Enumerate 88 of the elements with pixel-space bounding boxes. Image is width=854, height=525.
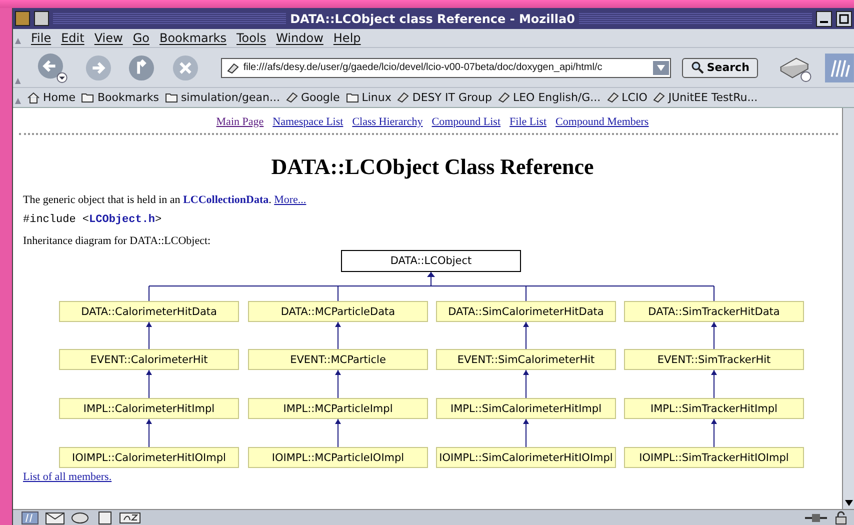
folder-icon xyxy=(81,92,94,103)
inheritance-arrow xyxy=(711,418,717,448)
bookmark-item[interactable]: simulation/gean... xyxy=(164,91,280,104)
folder-icon xyxy=(164,92,178,103)
members-link[interactable]: List of all members. xyxy=(23,471,112,483)
nav-link[interactable]: File List xyxy=(510,116,547,128)
header-link[interactable]: LCObject.h xyxy=(89,214,156,226)
class-node[interactable]: DATA::MCParticleData xyxy=(248,301,428,322)
class-node[interactable]: IMPL::SimTrackerHitImpl xyxy=(624,398,804,419)
class-node[interactable]: IOIMPL::SimCalorimeterHitIOImpl xyxy=(436,447,616,468)
bookmark-item[interactable]: LCIO xyxy=(606,91,648,104)
search-button[interactable]: Search xyxy=(682,58,758,78)
navigator-icon[interactable] xyxy=(21,510,39,524)
bookmark-item[interactable]: Google xyxy=(286,91,340,104)
class-node[interactable]: EVENT::SimTrackerHit xyxy=(624,349,804,370)
bookmark-icon xyxy=(653,92,666,103)
maximize-icon[interactable] xyxy=(836,10,852,26)
class-node[interactable]: EVENT::MCParticle xyxy=(248,349,428,370)
class-node[interactable]: DATA::LCObject xyxy=(341,250,521,272)
menu-item[interactable]: Tools xyxy=(236,31,266,45)
bookmark-item[interactable]: Linux xyxy=(346,91,392,104)
menu-item[interactable]: Edit xyxy=(61,31,84,45)
composer-icon[interactable] xyxy=(119,510,141,524)
inheritance-arrow xyxy=(335,418,341,448)
nav-link[interactable]: Compound List xyxy=(432,116,501,128)
inheritance-arrow xyxy=(146,418,152,448)
folder-icon xyxy=(346,92,359,103)
bookmark-item[interactable]: Bookmarks xyxy=(81,91,159,104)
class-node[interactable]: IMPL::MCParticleImpl xyxy=(248,398,428,419)
pin-icon[interactable] xyxy=(34,11,49,26)
back-icon[interactable] xyxy=(36,50,69,84)
menu-item[interactable]: File xyxy=(31,31,52,45)
page-icon xyxy=(226,62,240,74)
class-node[interactable]: IMPL::CalorimeterHitImpl xyxy=(59,398,239,419)
description-text: The generic object that is held in an LCCollectionData. More... xyxy=(23,194,308,206)
dropdown-icon[interactable] xyxy=(652,60,669,74)
menu-item[interactable]: View xyxy=(94,31,123,45)
bookmark-item[interactable]: DESY IT Group xyxy=(397,91,492,104)
bookmark-item[interactable]: LEO English/G... xyxy=(498,91,601,104)
inheritance-arrow xyxy=(523,418,529,448)
class-link[interactable]: LCCollectionData xyxy=(183,194,269,206)
scrollbar[interactable] xyxy=(842,108,854,509)
class-node[interactable]: IOIMPL::MCParticleIOImpl xyxy=(248,447,428,468)
inheritance-arrow xyxy=(523,370,529,398)
nav-link[interactable]: Class Hierarchy xyxy=(352,116,423,128)
home-icon xyxy=(27,92,40,104)
inheritance-arrow xyxy=(146,322,152,350)
class-node[interactable]: EVENT::CalorimeterHit xyxy=(59,349,239,370)
nav-link[interactable]: Main Page xyxy=(216,116,264,128)
chat-icon[interactable] xyxy=(71,510,91,524)
class-node[interactable]: IOIMPL::CalorimeterHitIOImpl xyxy=(59,447,239,468)
nav-link[interactable]: Compound Members xyxy=(556,116,649,128)
url-field[interactable]: file:///afs/desy.de/user/g/gaede/lcio/devel/lcio-v00-07beta/doc/doxygen_api/html/c xyxy=(221,58,671,78)
search-icon xyxy=(690,61,704,74)
diagram-caption: Inheritance diagram for DATA::LCObject: xyxy=(23,235,212,247)
menu-item[interactable]: Window xyxy=(276,31,324,45)
inheritance-arrow xyxy=(146,370,152,398)
include-line: #include <LCObject.h> xyxy=(23,214,163,226)
app-icon[interactable] xyxy=(15,11,30,26)
class-node[interactable]: DATA::CalorimeterHitData xyxy=(59,301,239,322)
page-heading: DATA::LCObject Class Reference xyxy=(270,154,595,180)
window-title: DATA::LCObject class Reference - Mozilla0 xyxy=(290,12,575,26)
inheritance-arrow xyxy=(523,322,529,350)
logo-icon[interactable] xyxy=(825,52,854,82)
bookmark-icon xyxy=(286,92,298,103)
reload-icon[interactable] xyxy=(127,52,156,82)
menu-item[interactable]: Bookmarks xyxy=(159,31,227,45)
address-book-icon[interactable] xyxy=(97,510,113,524)
bookmark-icon xyxy=(498,92,510,103)
bookmark-icon xyxy=(606,92,619,103)
menu-item[interactable]: Help xyxy=(333,31,361,45)
minimize-icon[interactable] xyxy=(816,10,832,26)
mail-icon[interactable] xyxy=(45,510,65,524)
nav-link[interactable]: Namespace List xyxy=(272,116,344,128)
inheritance-arrow xyxy=(711,322,717,350)
inheritance-arrow xyxy=(711,370,717,398)
menu-item[interactable]: Go xyxy=(132,31,150,45)
bookmark-icon xyxy=(397,92,410,103)
class-node[interactable]: IOIMPL::SimTrackerHitIOImpl xyxy=(624,447,804,468)
bookmark-item[interactable]: JUnitEE TestRu... xyxy=(653,91,758,104)
inheritance-arrow xyxy=(335,370,341,398)
class-node[interactable]: DATA::SimTrackerHitData xyxy=(624,301,804,322)
class-node[interactable]: EVENT::SimCalorimeterHit xyxy=(436,349,616,370)
bookmark-item[interactable]: Home xyxy=(27,91,76,104)
inheritance-arrow xyxy=(335,322,341,350)
class-node[interactable]: DATA::SimCalorimeterHitData xyxy=(436,301,616,322)
class-node[interactable]: IMPL::SimCalorimeterHitImpl xyxy=(436,398,616,419)
more-link[interactable]: More... xyxy=(274,194,306,206)
